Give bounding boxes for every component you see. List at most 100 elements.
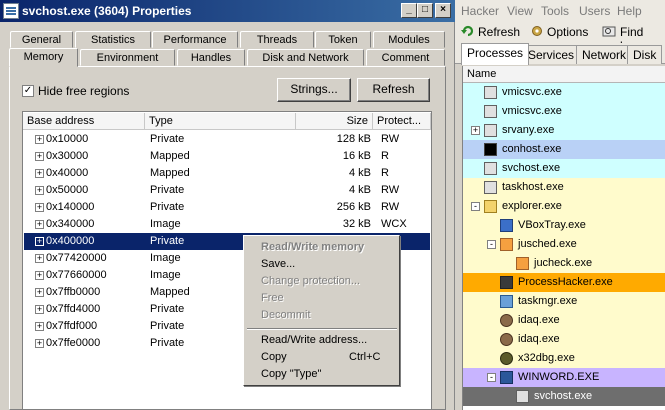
- expand-toggle[interactable]: +: [35, 135, 44, 144]
- tab-token[interactable]: Token: [315, 31, 371, 48]
- word-icon: [500, 371, 513, 384]
- expand-toggle[interactable]: +: [35, 152, 44, 161]
- expand-toggle[interactable]: +: [35, 305, 44, 314]
- process-row[interactable]: taskhost.exe: [463, 178, 665, 197]
- minimize-button[interactable]: _: [401, 3, 417, 18]
- tab-modules[interactable]: Modules: [373, 31, 445, 48]
- tab-statistics[interactable]: Statistics: [75, 31, 151, 48]
- expand-toggle[interactable]: +: [35, 169, 44, 178]
- process-row[interactable]: conhost.exe: [463, 140, 665, 159]
- column-header-size[interactable]: Size: [296, 113, 373, 130]
- expand-toggle[interactable]: +: [35, 237, 44, 246]
- tab-comment[interactable]: Comment: [366, 49, 445, 66]
- tree-expand-toggle[interactable]: -: [471, 202, 480, 211]
- process-row[interactable]: ProcessHacker.exe: [463, 273, 665, 292]
- ph-column-name[interactable]: Name: [463, 66, 665, 83]
- type-cell: Private: [150, 337, 185, 349]
- ph-menu-help[interactable]: Help: [617, 4, 642, 18]
- ph-menu-tools[interactable]: Tools: [541, 4, 569, 18]
- tab-threads[interactable]: Threads: [240, 31, 314, 48]
- tree-expand-toggle[interactable]: +: [471, 126, 480, 135]
- process-row[interactable]: vmicsvc.exe: [463, 102, 665, 121]
- process-row[interactable]: - explorer.exe: [463, 197, 665, 216]
- table-row[interactable]: +0x30000 Mapped 16 kB R: [24, 148, 430, 165]
- ph-tab-network[interactable]: Network: [576, 45, 633, 64]
- expand-toggle[interactable]: +: [35, 339, 44, 348]
- expand-toggle[interactable]: +: [35, 271, 44, 280]
- type-cell: Mapped: [150, 286, 190, 298]
- type-cell: Image: [150, 218, 181, 230]
- expand-toggle[interactable]: +: [35, 322, 44, 331]
- close-button[interactable]: ×: [435, 3, 451, 18]
- refresh-button[interactable]: Refresh: [357, 78, 430, 102]
- expand-toggle[interactable]: +: [35, 220, 44, 229]
- process-row[interactable]: idaq.exe: [463, 311, 665, 330]
- process-row[interactable]: + srvany.exe: [463, 121, 665, 140]
- ph-menu-view[interactable]: View: [507, 4, 533, 18]
- tab-general[interactable]: General: [10, 31, 73, 48]
- type-cell: Private: [150, 235, 185, 247]
- tab-handles[interactable]: Handles: [177, 49, 245, 66]
- table-row[interactable]: +0x340000 Image 32 kB WCX: [24, 216, 430, 233]
- tab-environment[interactable]: Environment: [80, 49, 175, 66]
- process-row[interactable]: vmicsvc.exe: [463, 83, 665, 102]
- process-name: vmicsvc.exe: [502, 86, 562, 98]
- process-row[interactable]: svchost.exe: [463, 159, 665, 178]
- base-address-cell: 0x50000: [46, 184, 89, 196]
- ph-refresh-button[interactable]: Refresh: [478, 25, 520, 39]
- ph-tab-processes[interactable]: Processes: [461, 43, 530, 65]
- ph-options-button[interactable]: Options: [547, 25, 588, 39]
- process-row[interactable]: idaq.exe: [463, 330, 665, 349]
- process-name: ProcessHacker.exe: [518, 276, 613, 288]
- window-icon: [484, 181, 497, 194]
- tree-expand-toggle[interactable]: -: [487, 373, 496, 382]
- type-cell: Private: [150, 201, 185, 213]
- base-address-cell: 0x400000: [46, 235, 95, 247]
- maximize-button[interactable]: □: [417, 3, 433, 18]
- process-row[interactable]: x32dbg.exe: [463, 349, 665, 368]
- properties-dialog: svchost.exe (3604) Properties _ □ × Gene…: [0, 0, 455, 410]
- strings-button[interactable]: Strings...: [277, 78, 351, 102]
- menu-item-read-write-address[interactable]: Read/Write address...: [261, 334, 367, 346]
- process-row[interactable]: - WINWORD.EXE: [463, 368, 665, 387]
- table-row[interactable]: +0x140000 Private 256 kB RW: [24, 199, 430, 216]
- process-name: taskmgr.exe: [518, 295, 578, 307]
- table-row[interactable]: +0x10000 Private 128 kB RW: [24, 131, 430, 148]
- java-icon: [516, 257, 529, 270]
- ph-tab-services[interactable]: Services: [522, 45, 581, 64]
- java-icon: [500, 238, 513, 251]
- expand-toggle[interactable]: +: [35, 186, 44, 195]
- ph-tab-disk[interactable]: Disk: [627, 45, 663, 64]
- process-row[interactable]: svchost.exe: [463, 387, 665, 406]
- menu-item-free: Free: [261, 292, 284, 304]
- menu-item-copy[interactable]: Copy: [261, 351, 287, 363]
- process-row[interactable]: VBoxTray.exe: [463, 216, 665, 235]
- hide-free-regions-label[interactable]: Hide free regions: [38, 84, 129, 98]
- process-name: srvany.exe: [502, 124, 555, 136]
- process-row[interactable]: - jusched.exe: [463, 235, 665, 254]
- size-cell: 256 kB: [336, 201, 371, 213]
- tab-memory[interactable]: Memory: [9, 48, 78, 67]
- table-row[interactable]: +0x50000 Private 4 kB RW: [24, 182, 430, 199]
- ph-menu-users[interactable]: Users: [579, 4, 610, 18]
- ph-menu-hacker[interactable]: Hacker: [461, 4, 499, 18]
- tree-expand-toggle[interactable]: -: [487, 240, 496, 249]
- table-row[interactable]: +0x40000 Mapped 4 kB R: [24, 165, 430, 182]
- process-row[interactable]: jucheck.exe: [463, 254, 665, 273]
- expand-toggle[interactable]: +: [35, 203, 44, 212]
- expand-toggle[interactable]: +: [35, 288, 44, 297]
- column-header-base-address[interactable]: Base address: [23, 113, 145, 130]
- column-header-protect[interactable]: Protect...: [373, 113, 431, 130]
- tab-disk-and-network[interactable]: Disk and Network: [247, 49, 364, 66]
- menu-item-read-write-memory[interactable]: Read/Write memory: [261, 241, 364, 253]
- process-name: conhost.exe: [502, 143, 562, 155]
- menu-item-save[interactable]: Save...: [261, 258, 295, 270]
- service-window-icon: [484, 86, 497, 99]
- tab-performance[interactable]: Performance: [152, 31, 238, 48]
- process-row[interactable]: taskmgr.exe: [463, 292, 665, 311]
- column-header-type[interactable]: Type: [145, 113, 296, 130]
- menu-item-copy-type[interactable]: Copy "Type": [261, 368, 321, 380]
- hide-free-regions-checkbox[interactable]: ✓: [22, 85, 34, 97]
- service-window-icon: [484, 124, 497, 137]
- expand-toggle[interactable]: +: [35, 254, 44, 263]
